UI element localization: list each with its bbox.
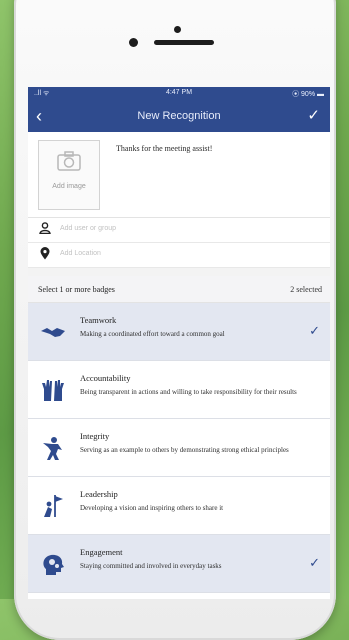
camera-icon <box>39 151 99 177</box>
badge-name: Accountability <box>80 373 131 383</box>
message-text[interactable]: Thanks for the meeting assist! <box>116 144 212 153</box>
person-icon <box>39 222 51 237</box>
badge-name: Leadership <box>80 489 118 499</box>
badge-item-teamwork[interactable]: Teamwork Making a coordinated effort tow… <box>28 303 330 361</box>
badge-item-accountability[interactable]: Accountability Being transparent in acti… <box>28 361 330 419</box>
app-screen: ..ll ᯤ 4:47 PM ⦿ 90% ▬ ‹ New Recognition… <box>28 87 330 599</box>
page-title: New Recognition <box>137 110 221 122</box>
gears-head-icon <box>40 551 66 577</box>
add-user-field[interactable]: Add user or group <box>28 218 330 243</box>
proximity-sensor <box>174 26 181 33</box>
status-bar: ..ll ᯤ 4:47 PM ⦿ 90% ▬ <box>28 87 330 101</box>
earpiece-speaker <box>154 40 214 45</box>
section-divider <box>28 268 330 276</box>
battery-icon: ⦿ 90% ▬ <box>292 91 324 98</box>
selected-check-icon: ✓ <box>309 323 320 338</box>
badge-name: Integrity <box>80 431 110 441</box>
badge-item-leadership[interactable]: Leadership Developing a vision and inspi… <box>28 477 330 535</box>
selected-check-icon: ✓ <box>309 555 320 570</box>
badges-header-title: Select 1 or more badges <box>38 285 115 294</box>
badge-name: Teamwork <box>80 315 117 325</box>
badge-item-engagement[interactable]: Engagement Staying committed and involve… <box>28 535 330 593</box>
badge-description: Staying committed and involved in everyd… <box>80 562 222 570</box>
handshake-icon <box>40 319 66 345</box>
badge-name: Engagement <box>80 547 123 557</box>
badge-description: Serving as an example to others by demon… <box>80 446 289 454</box>
add-location-field[interactable]: Add Location <box>28 243 330 268</box>
compose-area: Add image Thanks for the meeting assist! <box>28 132 330 218</box>
badge-description: Being transparent in actions and willing… <box>80 388 297 396</box>
add-image-label: Add image <box>52 183 86 190</box>
add-location-placeholder: Add Location <box>60 250 101 257</box>
badges-selected-count: 2 selected <box>290 285 322 294</box>
location-pin-icon <box>39 247 51 263</box>
confirm-check-icon[interactable]: ✓ <box>307 106 320 124</box>
hero-icon <box>40 435 66 461</box>
badge-description: Developing a vision and inspiring others… <box>80 504 224 512</box>
badges-header: Select 1 or more badges 2 selected <box>28 276 330 303</box>
badge-description: Making a coordinated effort toward a com… <box>80 330 225 338</box>
app-header: ..ll ᯤ 4:47 PM ⦿ 90% ▬ ‹ New Recognition… <box>28 87 330 132</box>
flag-climber-icon <box>40 493 66 519</box>
badge-item-integrity[interactable]: Integrity Serving as an example to other… <box>28 419 330 477</box>
nav-bar: ‹ New Recognition ✓ <box>28 101 330 132</box>
status-time: 4:47 PM <box>165 89 193 96</box>
front-camera <box>129 38 138 47</box>
raised-hands-icon <box>40 377 66 403</box>
add-user-placeholder: Add user or group <box>60 225 117 232</box>
add-image-button[interactable]: Add image <box>38 140 100 210</box>
